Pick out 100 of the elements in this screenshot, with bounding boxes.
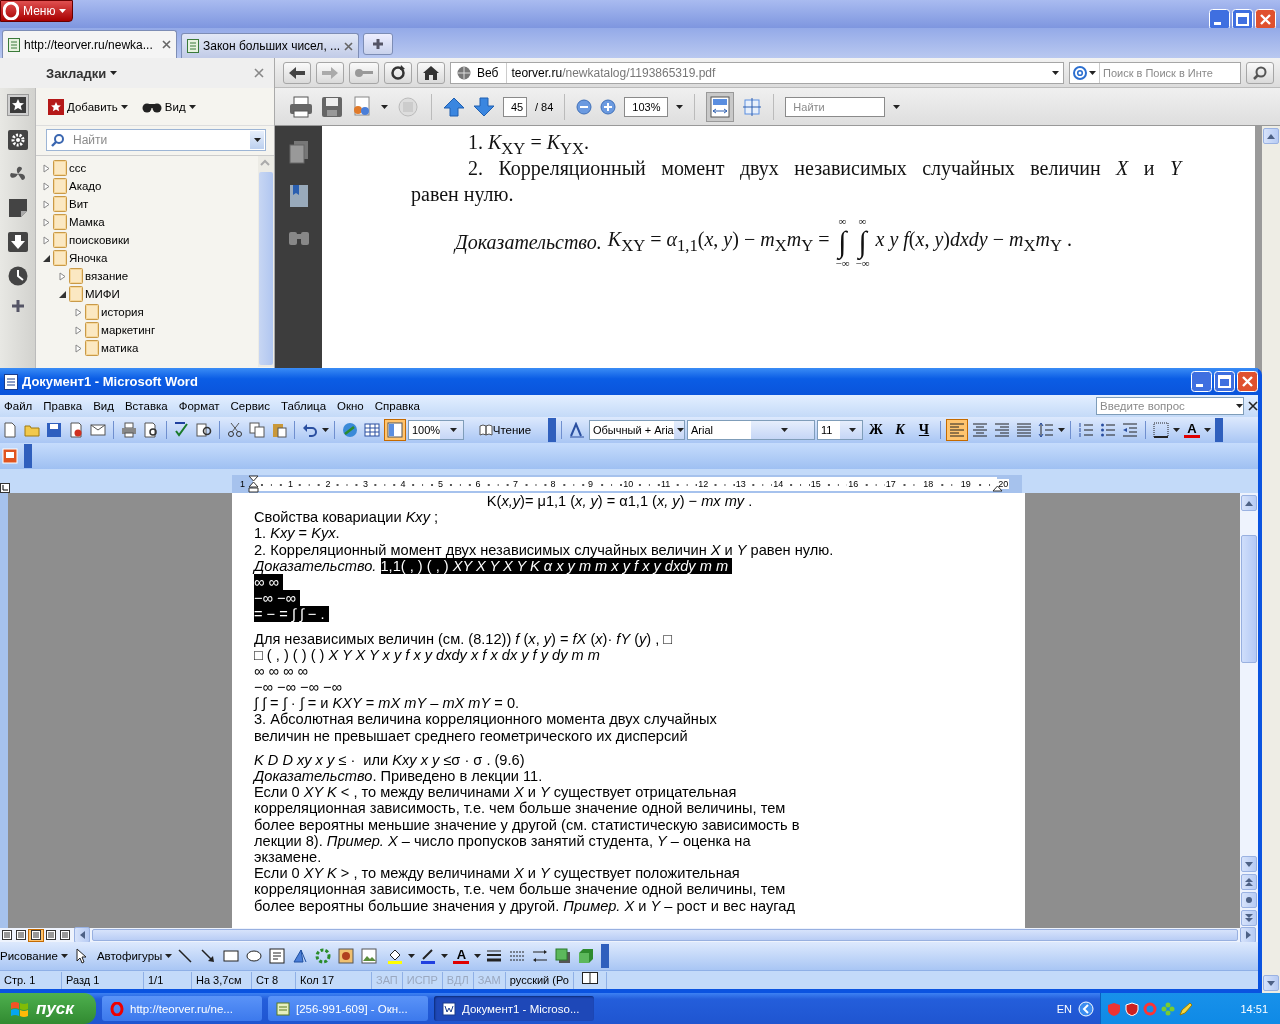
plus-icon[interactable] — [372, 38, 385, 50]
spelling-icon[interactable] — [174, 422, 190, 438]
bookmark-folder[interactable]: поисковики — [42, 231, 258, 249]
table-icon[interactable] — [364, 422, 380, 438]
caret-icon[interactable] — [1058, 428, 1065, 432]
decrease-indent-icon[interactable] — [1122, 422, 1138, 438]
pages-icon[interactable] — [288, 140, 309, 164]
caret-icon[interactable] — [849, 428, 856, 432]
fit-width-icon[interactable] — [710, 95, 731, 118]
ruler[interactable]: 1 1 2 3 4 5 6 7 8 9 10 11 12 13 14 15 16 17 18 19 20 — [232, 475, 1022, 493]
maximize-icon[interactable] — [1232, 9, 1253, 30]
align-right-icon[interactable] — [994, 422, 1010, 438]
dropdown-caret-icon[interactable] — [1052, 70, 1059, 75]
caret-icon[interactable] — [1173, 428, 1180, 432]
font-color-button[interactable]: A — [451, 948, 472, 964]
download-icon[interactable] — [7, 232, 28, 252]
caret-icon[interactable] — [780, 428, 788, 432]
find-field[interactable]: Найти — [785, 96, 886, 117]
bookmark-folder[interactable]: матика — [74, 339, 258, 357]
caret-icon[interactable] — [60, 954, 68, 958]
reload-icon[interactable] — [390, 64, 406, 81]
gear-icon[interactable] — [7, 130, 28, 150]
collapsed-triangle-icon[interactable] — [42, 163, 51, 173]
format-button[interactable]: Ч — [913, 419, 935, 441]
up-arrow-icon[interactable] — [1267, 133, 1275, 139]
bookmark-folder[interactable]: Мамка — [42, 213, 258, 231]
menu-button[interactable]: Меню — [0, 0, 74, 22]
clip-art-icon[interactable] — [338, 948, 355, 964]
caret-icon[interactable] — [381, 104, 388, 109]
caret-icon[interactable] — [449, 428, 457, 432]
web-view-icon[interactable] — [16, 930, 26, 940]
vertical-scrollbar[interactable] — [1240, 493, 1258, 928]
zoom-dropdown[interactable]: 100% — [408, 420, 464, 440]
line-icon[interactable] — [177, 948, 194, 964]
menu-item[interactable]: Вид — [93, 400, 120, 412]
line-style-icon[interactable] — [486, 948, 503, 964]
caret-icon[interactable] — [110, 71, 118, 75]
bookmark-folder[interactable]: маркетинг — [74, 321, 258, 339]
right-arrow-icon[interactable] — [1245, 931, 1251, 939]
three-d-icon[interactable] — [578, 948, 595, 964]
styles-icon[interactable] — [569, 422, 585, 438]
reading-mode-button[interactable]: Чтение — [466, 419, 544, 441]
wordart-icon[interactable] — [292, 948, 309, 964]
line-color-icon[interactable] — [420, 948, 437, 964]
up-arrow-icon[interactable] — [1245, 500, 1253, 506]
fit-page-icon[interactable] — [742, 96, 763, 117]
cut-icon[interactable] — [227, 422, 243, 438]
email-icon[interactable] — [90, 422, 106, 438]
collapsed-triangle-icon[interactable] — [74, 325, 83, 335]
collapsed-triangle-icon[interactable] — [74, 307, 83, 317]
reading-view-icon[interactable] — [60, 930, 70, 940]
caret-icon[interactable] — [676, 428, 684, 432]
collapsed-triangle-icon[interactable] — [42, 199, 51, 209]
minimize-icon[interactable] — [1191, 371, 1212, 392]
caret-icon[interactable] — [1204, 428, 1211, 432]
menu-item[interactable]: Правка — [43, 400, 89, 412]
share-icon[interactable] — [351, 95, 373, 118]
page-number-field[interactable]: 45 — [503, 96, 527, 117]
menu-item[interactable]: Вставка — [124, 400, 174, 412]
shield-icon[interactable] — [1125, 1001, 1139, 1016]
scrollbar[interactable] — [1262, 126, 1280, 993]
bookmark-folder[interactable]: Вит — [42, 195, 258, 213]
star-icon[interactable] — [9, 97, 26, 113]
dropdown-caret-icon[interactable] — [253, 138, 261, 142]
bookmark-folder[interactable]: ccc — [42, 159, 258, 177]
font-dropdown[interactable]: Arial — [687, 420, 815, 440]
text-box-icon[interactable] — [269, 948, 286, 964]
caret-icon[interactable] — [322, 428, 329, 432]
new-document-icon[interactable] — [2, 422, 18, 438]
collapse-tray-icon[interactable] — [1078, 1000, 1094, 1017]
pencil-icon[interactable] — [1179, 1001, 1193, 1016]
caret-icon[interactable] — [188, 104, 196, 109]
document-map-icon[interactable] — [387, 422, 403, 438]
note-icon[interactable] — [7, 198, 28, 218]
bookmark-folder[interactable]: история — [74, 303, 258, 321]
minimize-icon[interactable] — [1209, 9, 1230, 30]
line-spacing-icon[interactable] — [1038, 422, 1054, 438]
outline-view-icon[interactable] — [46, 930, 56, 940]
bookmark-folder[interactable]: МИФИ — [58, 285, 258, 303]
style-dropdown[interactable]: Обычный + Aria — [589, 420, 685, 440]
save-icon[interactable] — [46, 422, 62, 438]
help-search-field[interactable]: Введите вопрос — [1096, 397, 1244, 415]
browser-tab[interactable]: Закон больших чисел, ... — [181, 33, 360, 58]
bookmark-folder[interactable]: Акадо — [42, 177, 258, 195]
lock-document-icon[interactable] — [68, 422, 84, 438]
print-layout-icon[interactable] — [31, 930, 41, 940]
undo-icon[interactable] — [302, 422, 318, 438]
bulleted-list-icon[interactable] — [1100, 422, 1116, 438]
caret-icon[interactable] — [408, 954, 416, 958]
caret-icon[interactable] — [893, 104, 901, 109]
next-page-icon[interactable] — [1245, 914, 1253, 922]
search-field[interactable]: Поиск в Поиск в Инте — [1069, 61, 1241, 84]
normal-view-icon[interactable] — [2, 930, 12, 940]
tab-stop-icon[interactable] — [0, 483, 10, 493]
zoom-field[interactable]: 103% — [624, 96, 669, 117]
home-icon[interactable] — [423, 65, 439, 80]
expanded-triangle-icon[interactable] — [58, 289, 67, 299]
collapsed-triangle-icon[interactable] — [74, 343, 83, 353]
left-arrow-icon[interactable] — [79, 931, 85, 939]
address-field[interactable]: Веб teorver.ru/newkatalog/1193865319.pdf — [450, 61, 1064, 84]
